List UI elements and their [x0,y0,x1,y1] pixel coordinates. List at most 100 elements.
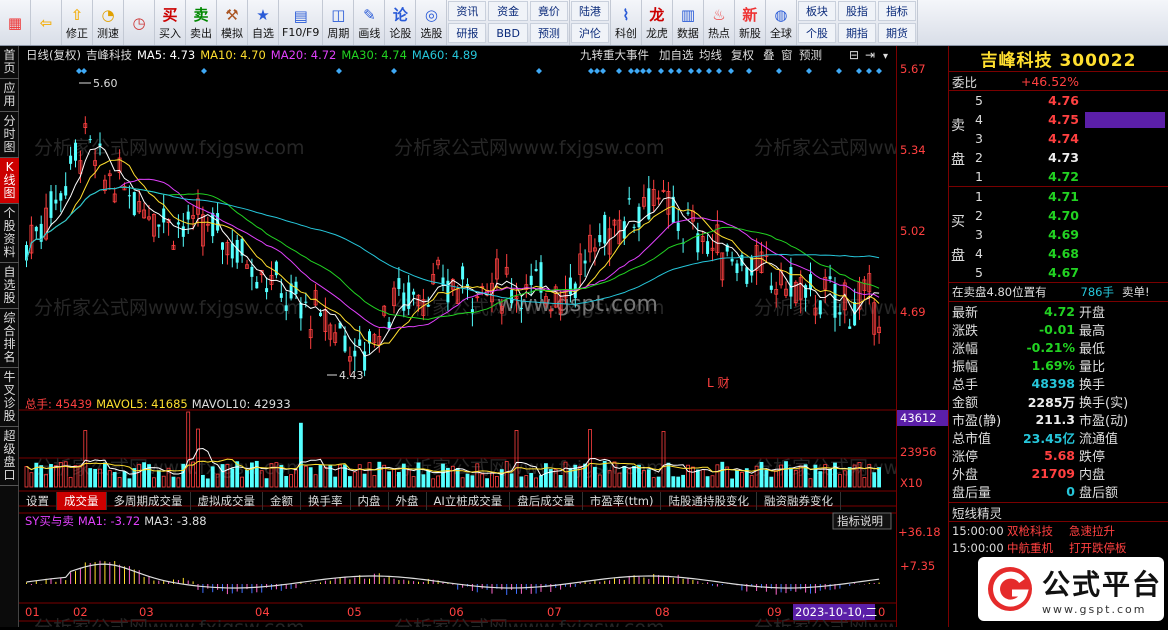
自选-button[interactable]: ★ 自选 [248,0,279,45]
volume-bar [759,461,764,488]
nav-item[interactable]: 综合排名 [0,309,19,368]
论股-button[interactable]: 论论股 [385,0,417,45]
month-label: 02 [73,605,88,619]
clock-icon-button[interactable]: ◷ [124,0,155,45]
chart-btn[interactable]: 加自选 [659,48,694,62]
tab-item[interactable]: 虚拟成交量 [191,492,263,510]
grid-btn[interactable]: 预测 [529,23,568,43]
chart-btn[interactable]: 九转 [580,48,603,62]
tab-item[interactable]: 内盘 [351,492,389,510]
nav-item[interactable]: 自选股 [0,263,19,309]
tab-item[interactable]: 换手率 [301,492,351,510]
模拟-button[interactable]: ⚒ 模拟 [217,0,248,45]
bg-watermark: 分析家公式网www.fxjgsw.com [394,617,665,627]
stat-key-2: 量比 [1079,359,1106,375]
book-row[interactable]: 4 4.75 [949,110,1168,129]
nav-item[interactable]: 应用 [0,79,19,112]
kline-chart[interactable]: 日线(复权) 吉峰科技 MA5: 4.73 MA10: 4.70 MA20: 4.72 M… [19,46,1025,630]
vol-mavol10: MAVOL10: 42933 [192,397,291,411]
卖出-button[interactable]: 卖卖出 [186,0,217,45]
tab-item[interactable]: 金额 [263,492,301,510]
画线-button[interactable]: ✎ 画线 [354,0,386,45]
nav-item[interactable]: K线图 [0,158,19,204]
book-row[interactable]: 2 4.73 [949,148,1168,167]
sell-icon: 卖 [193,6,209,24]
测速-button[interactable]: ◔ 测速 [93,0,124,45]
volume-bar [646,469,651,488]
kline-chart-area[interactable]: 日线(复权) 吉峰科技 MA5: 4.73 MA10: 4.70 MA20: 4.72 M… [19,46,1025,630]
nav-item[interactable]: 超级盘口 [0,427,19,486]
button-label: 全球 [769,26,792,40]
sidebar-toggle-icon[interactable]: ⇥ [865,48,875,62]
lock-icon[interactable]: ⊟ [849,48,859,62]
grid-btn[interactable]: 资讯 [448,1,487,21]
level: 1 [975,189,983,204]
tab-item[interactable]: 设置 [19,492,57,510]
news-title[interactable]: 短线精灵 [949,503,1168,522]
chart-btn[interactable]: 重大事件 [603,48,649,62]
tab-item[interactable]: 多周期成交量 [107,492,191,510]
chart-btn[interactable]: 复权 [731,48,754,62]
grid-btn[interactable]: 个股 [797,23,836,43]
买入-button[interactable]: 买买入 [155,0,186,45]
button-label: 新股 [738,26,761,40]
grid-btn[interactable]: 研报 [448,23,487,43]
全球-button[interactable]: ◍ 全球 [766,0,797,45]
tab-item[interactable]: 融资融券变化 [757,492,841,510]
tab-item[interactable]: 市盈率(ttm) [583,492,662,510]
tab-item[interactable]: 外盘 [389,492,427,510]
chart-btn[interactable]: 均线 [699,48,722,62]
nav-item[interactable]: 分时图 [0,112,19,158]
chart-btn[interactable]: 预测 [799,48,822,62]
menu-arrow-icon[interactable]: ▾ [883,51,888,62]
tab-item[interactable]: 盘后成交量 [510,492,583,510]
数据-button[interactable]: ▥ 数据 [673,0,704,45]
grid-btn[interactable]: 期货 [877,23,916,43]
热点-button[interactable]: ♨ 热点 [704,0,735,45]
book-row[interactable]: 2 4.70 [949,206,1168,225]
tab-item[interactable]: 成交量 [57,492,107,510]
price: 4.68 [1048,246,1079,261]
grid-btn[interactable]: 指标 [877,1,916,21]
nav-item[interactable]: 牛叉诊股 [0,368,19,427]
news-item[interactable]: 15:00:00 中航重机 打开跌停板 [949,539,1168,556]
tab-item[interactable]: 陆股通持股变化 [661,492,757,510]
科创-button[interactable]: ⌇ 科创 [611,0,642,45]
chart-btn[interactable]: 叠 [763,48,775,62]
周期-button[interactable]: ◫ 周期 [323,0,355,45]
book-row[interactable]: 5 4.76 [949,91,1168,110]
book-row[interactable]: 3 4.74 [949,129,1168,148]
book-row[interactable]: 3 4.69 [949,225,1168,244]
volume-bar [200,474,205,488]
grid-btn[interactable]: 板块 [797,1,836,21]
book-row[interactable]: 5 4.67 [949,263,1168,282]
grid-btn[interactable]: 陆港 [570,1,609,21]
grid-icon-button[interactable]: ▦ [0,0,31,45]
grid-btn[interactable]: 资金 [488,1,528,21]
book-row[interactable]: 1 4.71 [949,187,1168,206]
button-label: 卖出 [190,26,212,40]
event-tag[interactable]: L 财 [707,376,730,390]
news-item[interactable]: 15:00:00 双枪科技 急速拉升 [949,522,1168,539]
chart-btn[interactable]: 窗 [781,48,793,62]
candle-body [284,305,288,311]
tab-item[interactable]: AI立桩成交量 [427,492,511,510]
book-row[interactable]: 1 4.72 [949,167,1168,186]
grid-btn[interactable]: 期指 [837,23,876,43]
新股-button[interactable]: 新新股 [735,0,766,45]
龙虎-button[interactable]: 龙龙虎 [642,0,673,45]
grid-btn[interactable]: BBD [488,23,528,43]
修正-button[interactable]: ⇧ 修正 [62,0,93,45]
back-arrow-icon-button[interactable]: ⇦ [31,0,62,45]
nav-item[interactable]: 首页 [0,46,19,79]
news-stock: 中航重机 [1007,540,1053,555]
nav-item[interactable]: 个股资料 [0,204,19,263]
grid-btn[interactable]: 股指 [837,1,876,21]
grid-btn[interactable]: 沪伦 [570,23,609,43]
F10/F9-button[interactable]: ▤ F10/F9 [279,0,324,45]
volume-bar [681,474,685,488]
选股-button[interactable]: ◎ 选股 [416,0,448,45]
grid-btn[interactable]: 竟价 [529,1,568,21]
book-row[interactable]: 4 4.68 [949,244,1168,263]
volume-bar [171,476,176,488]
